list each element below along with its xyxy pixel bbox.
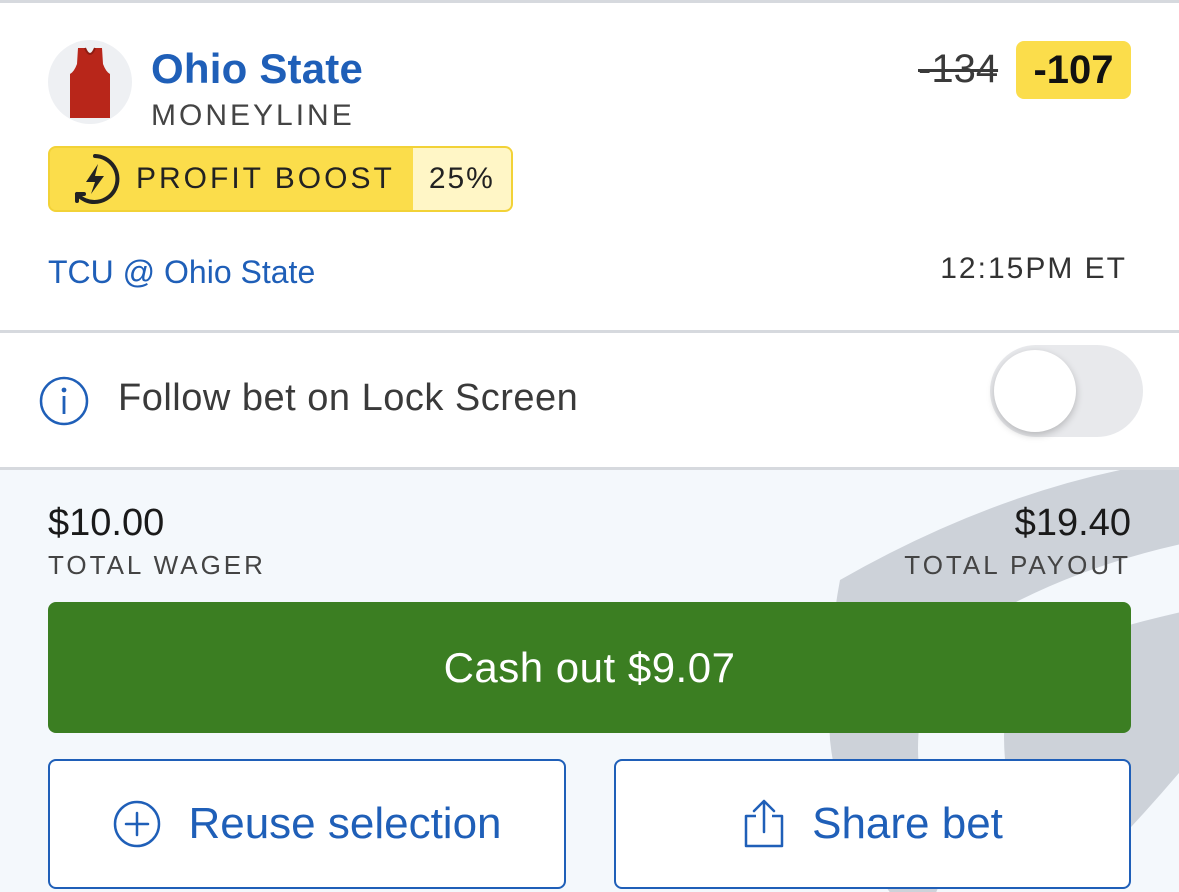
lightning-boost-icon (75, 154, 120, 204)
total-payout-label: TOTAL PAYOUT (904, 550, 1131, 580)
info-icon[interactable] (38, 375, 90, 427)
team-avatar (48, 40, 132, 124)
market-type: MONEYLINE (151, 99, 355, 132)
total-wager-label: TOTAL WAGER (48, 550, 266, 580)
total-payout-amount: $19.40 (1014, 502, 1131, 544)
bet-selection-card: Ohio State MONEYLINE PROFIT BOOST 25% -1… (0, 3, 1179, 330)
plus-circle-icon (114, 800, 161, 848)
bet-summary-section: $10.00 TOTAL WAGER $19.40 TOTAL PAYOUT C… (0, 470, 1179, 892)
reuse-selection-label: Reuse selection (188, 799, 502, 848)
team-name: Ohio State (151, 45, 364, 92)
boost-label: PROFIT BOOST (136, 162, 395, 195)
lock-screen-label: Follow bet on Lock Screen (118, 377, 579, 419)
lock-screen-row: Follow bet on Lock Screen (0, 333, 1179, 468)
profit-boost-badge: PROFIT BOOST 25% (48, 146, 513, 212)
original-odds: -134 (918, 47, 999, 91)
event-link[interactable]: TCU @ Ohio State (48, 254, 315, 291)
cash-out-button[interactable]: Cash out $9.07 (48, 602, 1131, 733)
boost-percent: 25% (412, 148, 511, 210)
jersey-icon (70, 47, 110, 118)
share-icon (744, 799, 784, 848)
toggle-knob (994, 350, 1076, 432)
share-bet-button[interactable]: Share bet (614, 759, 1131, 889)
boosted-odds: -107 (1016, 41, 1131, 99)
share-bet-label: Share bet (812, 799, 1003, 848)
total-wager-amount: $10.00 (48, 502, 165, 544)
event-time: 12:15PM ET (940, 252, 1127, 285)
reuse-selection-button[interactable]: Reuse selection (48, 759, 566, 889)
lock-screen-toggle[interactable] (990, 345, 1143, 437)
